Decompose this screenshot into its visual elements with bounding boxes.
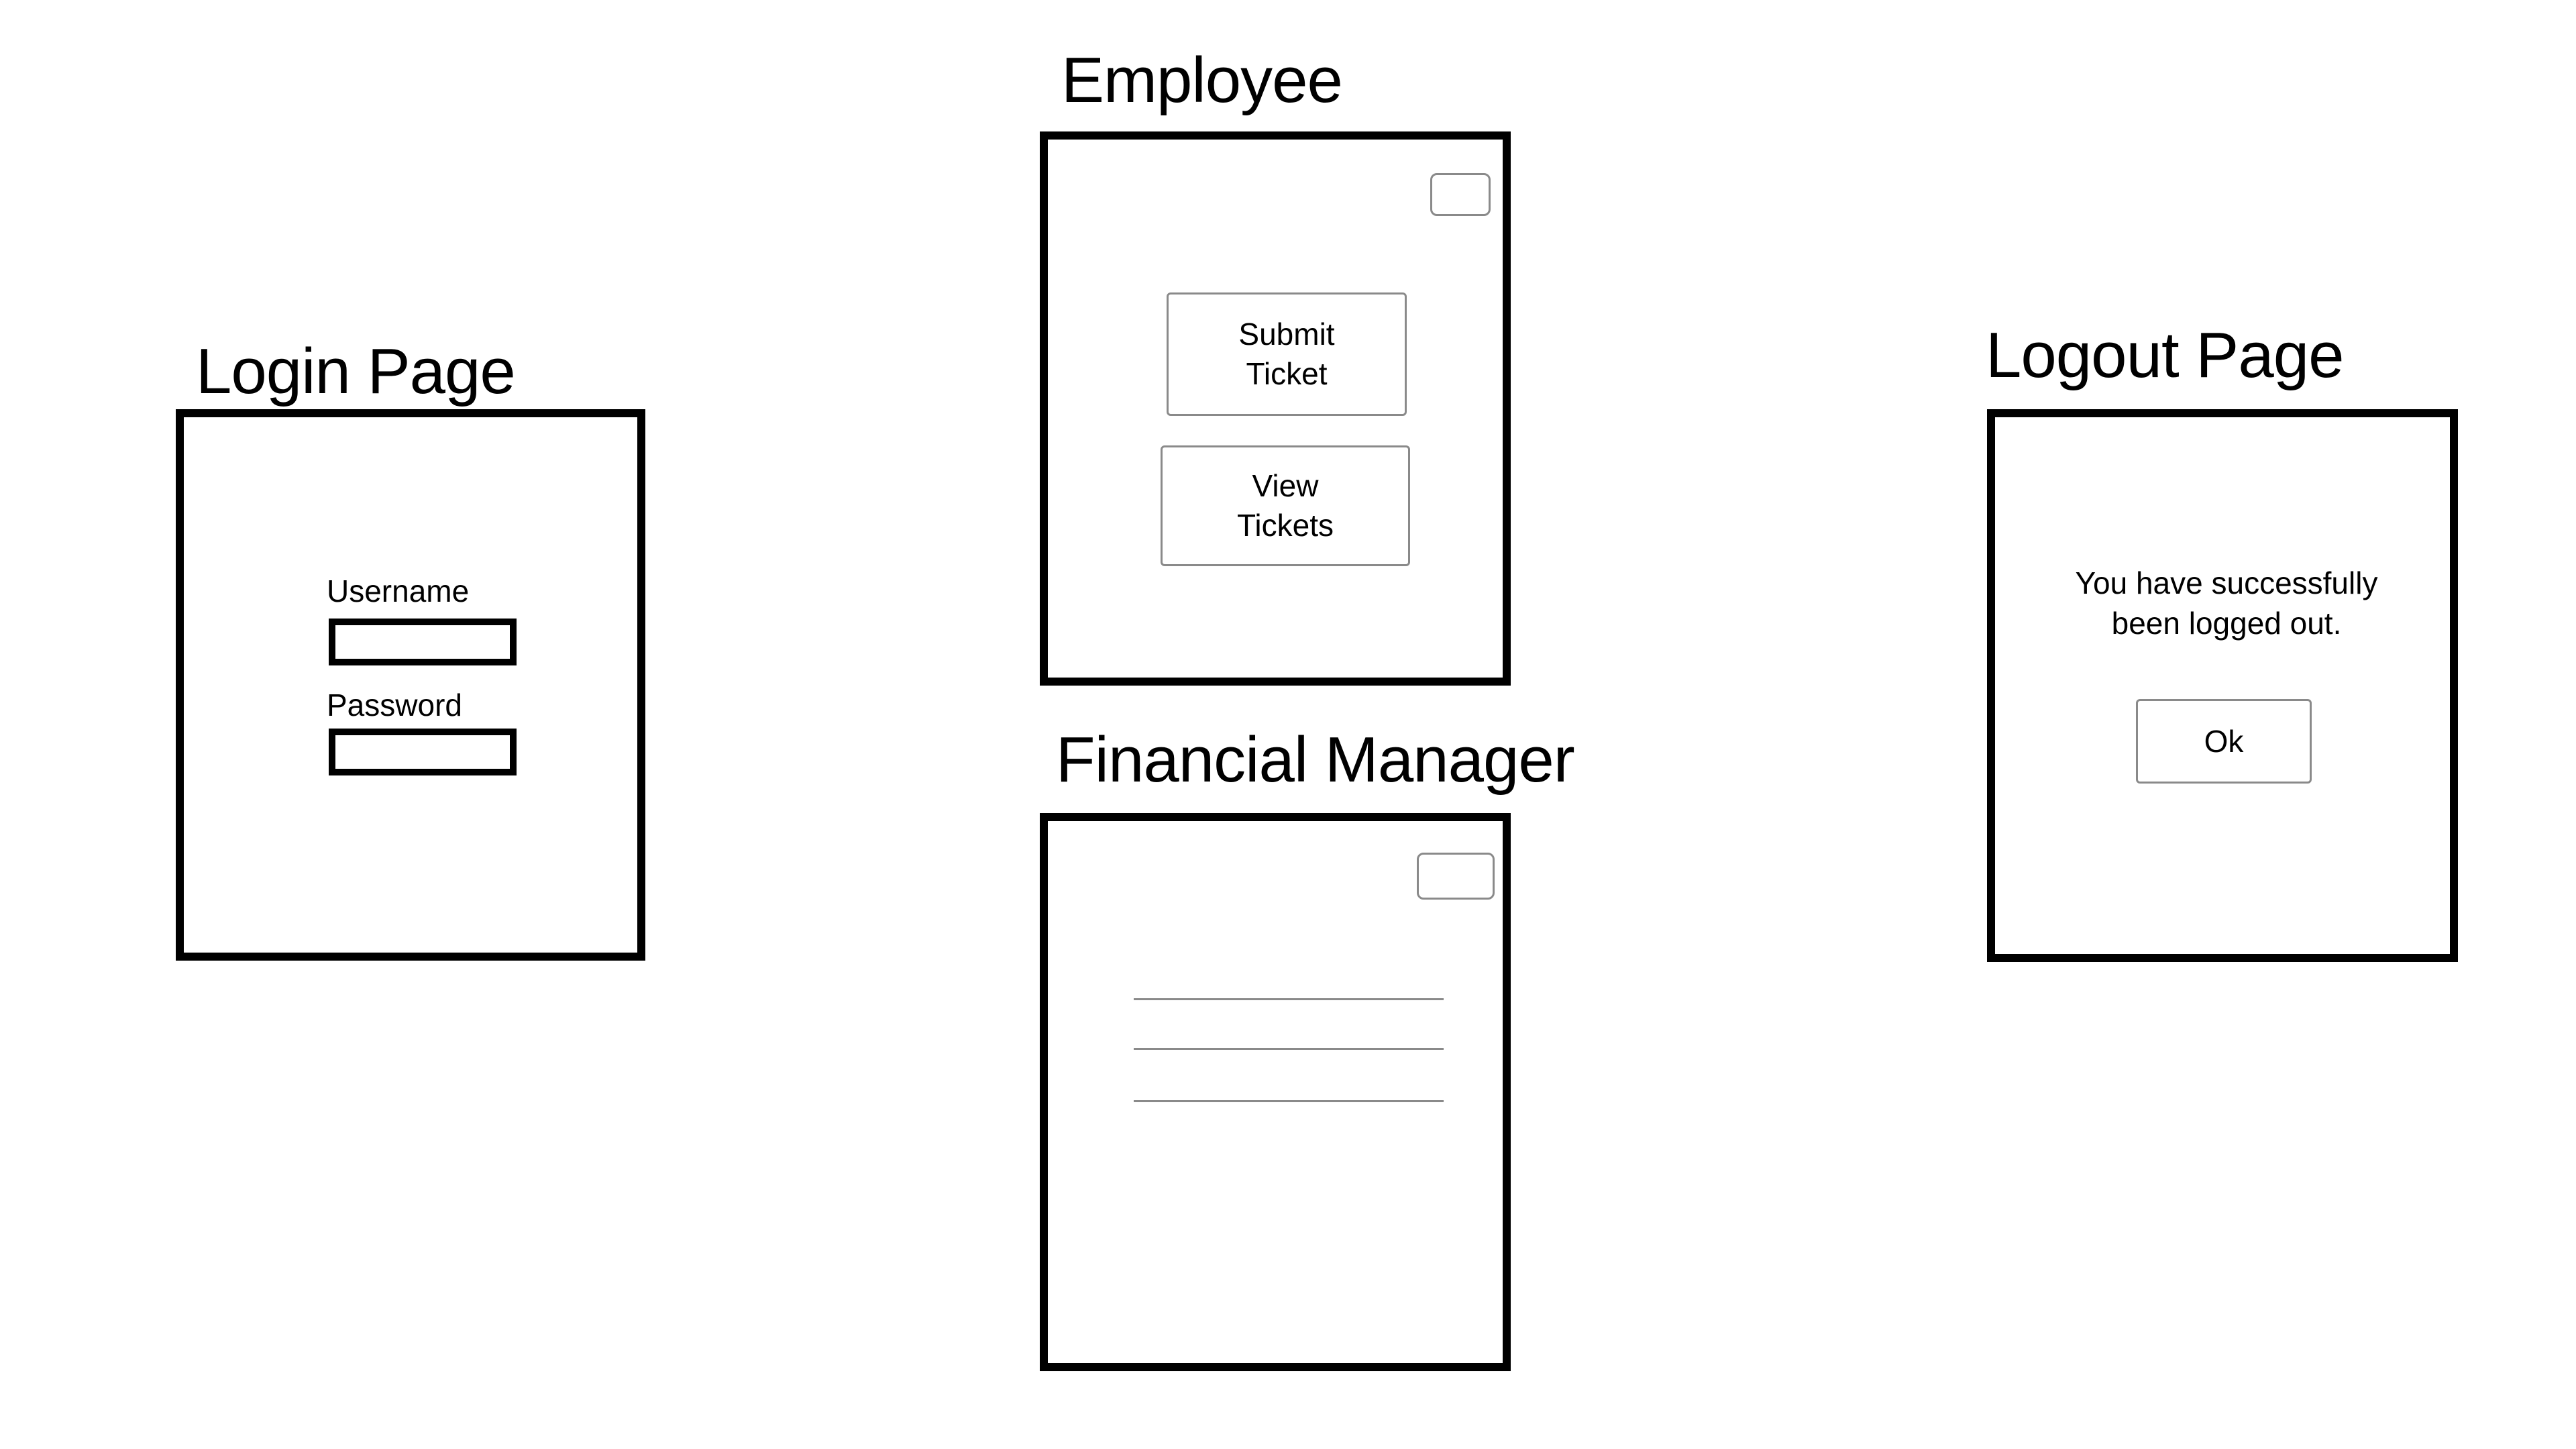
employee-corner-button[interactable] <box>1430 173 1491 216</box>
ticket-list-row[interactable] <box>1134 998 1444 1000</box>
logout-page-frame: You have successfully been logged out. O… <box>1987 409 2458 962</box>
password-field[interactable] <box>329 729 517 775</box>
logout-page-title: Logout Page <box>1986 319 2344 391</box>
username-field[interactable] <box>329 619 517 665</box>
password-label: Password <box>327 688 462 722</box>
username-label: Username <box>327 574 470 608</box>
submit-ticket-button[interactable]: Submit Ticket <box>1167 292 1407 416</box>
login-page-title: Login Page <box>196 335 516 407</box>
financial-manager-corner-button[interactable] <box>1417 853 1495 900</box>
ok-button[interactable]: Ok <box>2136 699 2312 784</box>
financial-manager-page-title: Financial Manager <box>1056 724 1575 796</box>
financial-manager-page-frame <box>1040 813 1511 1371</box>
view-tickets-button[interactable]: View Tickets <box>1161 445 1410 566</box>
ticket-list-row[interactable] <box>1134 1048 1444 1050</box>
logout-message: You have successfully been logged out. <box>2075 566 2378 641</box>
login-page-frame: Username Password <box>176 409 645 961</box>
ticket-list-row[interactable] <box>1134 1100 1444 1102</box>
employee-page-title: Employee <box>1061 44 1343 116</box>
employee-page-frame: Submit Ticket View Tickets <box>1040 131 1511 686</box>
